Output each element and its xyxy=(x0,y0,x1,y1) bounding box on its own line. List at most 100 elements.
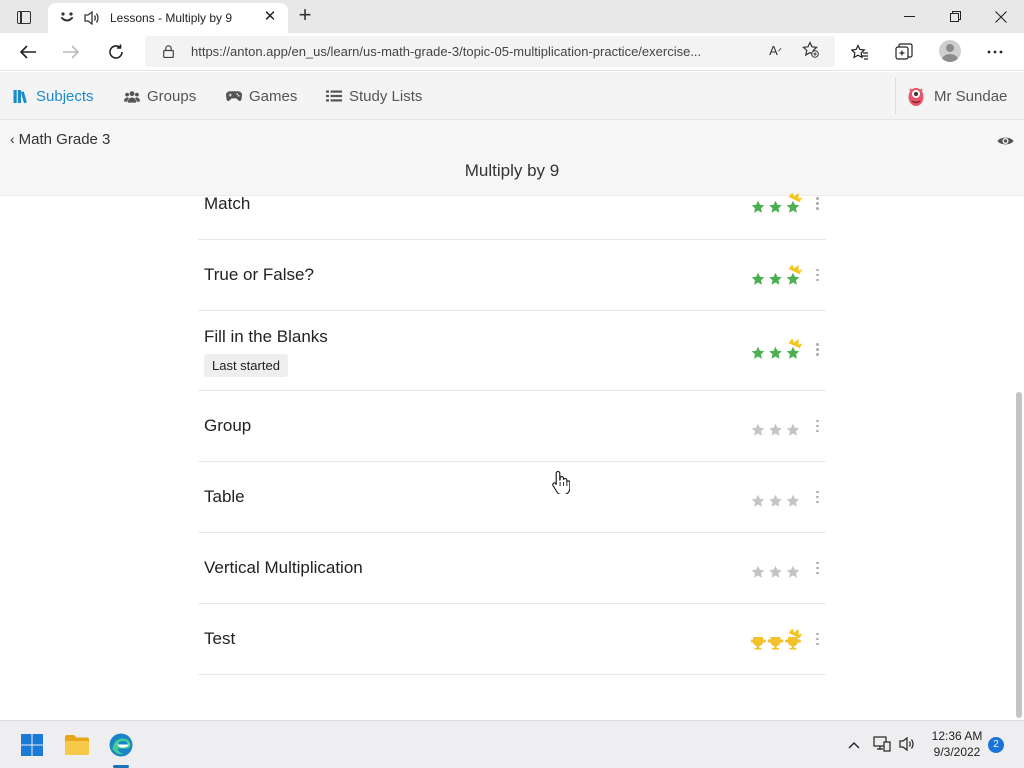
nav-study-lists[interactable]: Study Lists xyxy=(326,86,422,106)
kebab-menu-icon[interactable] xyxy=(815,419,819,434)
lesson-name: Vertical Multiplication xyxy=(204,557,363,577)
menu-dot xyxy=(816,571,819,574)
kebab-menu-icon[interactable] xyxy=(815,343,819,357)
nav-subjects-label: Subjects xyxy=(36,87,94,105)
star-rating xyxy=(751,423,800,436)
menu-dot xyxy=(816,343,819,346)
browser-tab[interactable]: Lessons - Multiply by 9 ✕ xyxy=(48,3,288,33)
tab-actions-icon[interactable] xyxy=(10,6,38,28)
star-rating xyxy=(751,192,803,213)
star-icon xyxy=(769,423,782,436)
lesson-name: Fill in the Blanks xyxy=(204,327,328,346)
back-link[interactable]: ‹ Math Grade 3 xyxy=(10,131,110,148)
star-icon xyxy=(751,494,765,507)
scrollbar-thumb[interactable] xyxy=(1016,392,1022,718)
menu-dot xyxy=(816,566,819,569)
menu-dot xyxy=(816,632,819,635)
star-icon xyxy=(769,200,782,213)
more-menu-icon[interactable] xyxy=(984,41,1006,63)
lesson-row[interactable]: Fill in the Blanks Last started xyxy=(198,311,826,391)
network-icon[interactable] xyxy=(873,736,891,755)
back-link-label: Math Grade 3 xyxy=(18,131,111,148)
nav-games[interactable]: Games xyxy=(226,86,297,106)
star-icon xyxy=(751,565,765,578)
star-rating xyxy=(751,494,800,507)
lesson-row[interactable]: Table xyxy=(198,462,826,533)
read-aloud-icon[interactable]: Aᐟ xyxy=(769,43,782,58)
windows-start-icon[interactable] xyxy=(16,729,48,761)
kebab-menu-icon[interactable] xyxy=(815,197,819,211)
close-window-icon[interactable] xyxy=(978,0,1024,33)
address-bar[interactable]: https://anton.app/en_us/learn/us-math-gr… xyxy=(145,36,835,67)
crown-icon xyxy=(788,338,803,349)
menu-dot xyxy=(816,197,819,200)
browser-toolbar: https://anton.app/en_us/learn/us-math-gr… xyxy=(0,33,1024,71)
back-icon[interactable] xyxy=(13,37,43,67)
notification-badge[interactable]: 2 xyxy=(988,737,1004,753)
title-bar: Lessons - Multiply by 9 ✕ + xyxy=(0,0,1024,33)
lesson-row[interactable]: Group xyxy=(198,391,826,462)
app-favicon-icon xyxy=(59,10,75,27)
star-icon xyxy=(769,272,782,285)
kebab-menu-icon[interactable] xyxy=(815,561,819,576)
clock-date: 9/3/2022 xyxy=(933,745,981,759)
nav-groups[interactable]: Groups xyxy=(124,86,196,106)
trophy-icon xyxy=(767,636,784,649)
lesson-row[interactable]: Vertical Multiplication xyxy=(198,533,826,604)
menu-dot xyxy=(816,207,819,210)
star-icon xyxy=(751,423,765,436)
star-icon xyxy=(769,565,782,578)
favorites-icon[interactable] xyxy=(849,41,871,63)
star-icon xyxy=(786,200,800,213)
kebab-menu-icon[interactable] xyxy=(815,490,819,505)
menu-dot xyxy=(816,642,819,645)
system-clock[interactable]: 12:36 AM 9/3/2022 xyxy=(926,728,988,760)
star-rating xyxy=(751,338,803,359)
gamepad-icon xyxy=(226,88,242,104)
tray-chevron-icon[interactable] xyxy=(848,736,860,752)
forward-icon xyxy=(56,37,86,67)
star-icon xyxy=(751,200,765,213)
file-explorer-icon[interactable] xyxy=(61,729,93,761)
trophy-rating xyxy=(751,627,803,649)
chevron-left-icon: ‹ xyxy=(10,131,15,147)
lesson-name: Test xyxy=(204,628,236,648)
edge-icon[interactable] xyxy=(105,729,137,761)
list-icon xyxy=(326,88,342,104)
lesson-row[interactable]: True or False? xyxy=(198,240,826,311)
lesson-row[interactable]: Match xyxy=(198,168,826,240)
close-tab-icon[interactable]: ✕ xyxy=(262,9,278,25)
lesson-name: Group xyxy=(204,415,252,435)
user-menu[interactable]: Mr Sundae xyxy=(906,85,1007,107)
new-tab-icon[interactable]: + xyxy=(294,4,316,27)
taskbar: 12:36 AM 9/3/2022 2 xyxy=(0,720,1024,768)
crown-icon xyxy=(788,627,803,638)
kebab-menu-icon[interactable] xyxy=(815,268,819,283)
restore-icon[interactable] xyxy=(932,0,978,33)
menu-dot xyxy=(816,490,819,493)
volume-icon[interactable] xyxy=(898,736,916,755)
add-favorite-icon[interactable] xyxy=(802,41,819,63)
nav-subjects[interactable]: Subjects xyxy=(13,86,94,106)
refresh-icon[interactable] xyxy=(101,37,131,67)
profile-icon[interactable] xyxy=(939,40,961,62)
menu-dot xyxy=(816,278,819,281)
menu-dot xyxy=(816,500,819,503)
lesson-row[interactable]: Test xyxy=(198,604,826,675)
collections-icon[interactable] xyxy=(893,41,915,63)
minimize-icon[interactable] xyxy=(886,0,932,33)
star-icon xyxy=(786,272,800,285)
lock-icon[interactable] xyxy=(163,45,174,59)
star-icon xyxy=(786,565,800,578)
menu-dot xyxy=(816,637,819,640)
eye-icon[interactable] xyxy=(997,134,1014,146)
menu-dot xyxy=(816,424,819,427)
star-icon xyxy=(786,494,800,507)
url-text[interactable]: https://anton.app/en_us/learn/us-math-gr… xyxy=(191,44,757,59)
audio-playing-icon[interactable] xyxy=(83,10,101,26)
menu-dot xyxy=(816,495,819,498)
tab-title: Lessons - Multiply by 9 xyxy=(110,11,233,25)
avatar xyxy=(906,85,926,107)
star-icon xyxy=(751,272,765,285)
kebab-menu-icon[interactable] xyxy=(815,632,819,647)
